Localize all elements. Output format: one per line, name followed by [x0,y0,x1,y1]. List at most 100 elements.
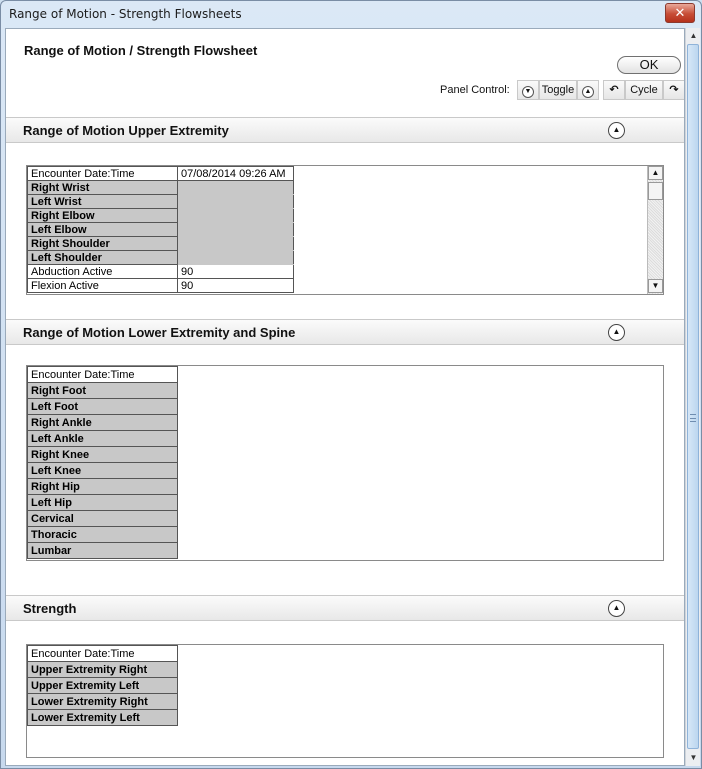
row-label[interactable]: Right Hip [27,478,178,495]
scroll-up-arrow-icon[interactable]: ▲ [686,28,701,43]
section-header-upper-extremity: Range of Motion Upper Extremity ▲ [6,117,684,143]
upper-extremity-grid: Encounter Date:Time 07/08/2014 09:26 AM … [26,165,664,295]
chevron-up-icon: ▲ [582,86,594,98]
page-title: Range of Motion / Strength Flowsheet [24,43,258,58]
table-row: Encounter Date:Time 07/08/2014 09:26 AM [27,166,294,181]
table-row: Flexion Active 90 [27,278,294,293]
table-row: Left Foot [27,398,178,415]
close-button[interactable]: ✕ [665,3,695,23]
table-row: Lower Extremity Left [27,709,178,726]
cell-value[interactable]: 07/08/2014 09:26 AM [177,166,294,181]
section-title: Strength [23,601,77,616]
collapse-section-button[interactable]: ▲ [608,600,625,617]
table-row: Right Hip [27,478,178,495]
row-label[interactable]: Cervical [27,510,178,527]
row-label[interactable]: Left Elbow [27,222,178,237]
table-row: Thoracic [27,526,178,543]
table-row: Lumbar [27,542,178,559]
table-row: Cervical [27,510,178,527]
table-row: Left Shoulder [27,250,294,265]
collapse-section-button[interactable]: ▲ [608,122,625,139]
table-row: Right Elbow [27,208,294,223]
cell-value[interactable] [177,222,294,237]
row-label[interactable]: Right Wrist [27,180,178,195]
scrollbar-grip-icon [690,414,696,422]
table-row: Right Wrist [27,180,294,195]
scrollbar-thumb[interactable] [687,44,699,749]
table-row: Right Ankle [27,414,178,431]
row-label: Encounter Date:Time [27,645,178,662]
main-scrollbar[interactable]: ▲ ▼ [685,28,700,766]
lower-extremity-grid: Encounter Date:Time Right Foot Left Foot… [26,365,664,561]
window-title: Range of Motion - Strength Flowsheets [9,7,242,21]
table-row: Right Knee [27,446,178,463]
row-label: Encounter Date:Time [27,366,178,383]
row-label[interactable]: Lumbar [27,542,178,559]
section-header-lower-extremity: Range of Motion Lower Extremity and Spin… [6,319,684,345]
row-label: Encounter Date:Time [27,166,178,181]
table-row: Right Shoulder [27,236,294,251]
table-row: Lower Extremity Right [27,693,178,710]
upper-grid-scrollbar[interactable]: ▲ ▼ [647,166,663,294]
section-title: Range of Motion Upper Extremity [23,123,229,138]
lower-extremity-table: Encounter Date:Time Right Foot Left Foot… [27,366,178,559]
collapse-all-button[interactable]: ▲ [577,80,599,100]
collapse-section-button[interactable]: ▲ [608,324,625,341]
undo-button[interactable]: ↶ [603,80,625,100]
flowsheet-content: Range of Motion / Strength Flowsheet OK … [5,28,685,766]
scroll-up-arrow-icon[interactable]: ▲ [648,166,663,180]
table-row: Left Ankle [27,430,178,447]
row-label[interactable]: Right Elbow [27,208,178,223]
row-label[interactable]: Left Knee [27,462,178,479]
table-row: Right Foot [27,382,178,399]
row-label[interactable]: Right Knee [27,446,178,463]
chevron-up-icon: ▲ [612,603,621,612]
cycle-button[interactable]: Cycle [625,80,663,100]
scroll-down-arrow-icon[interactable]: ▼ [648,279,663,293]
table-row: Upper Extremity Left [27,677,178,694]
section-title: Range of Motion Lower Extremity and Spin… [23,325,296,340]
redo-arrow-icon: ↷ [669,84,679,96]
row-label[interactable]: Left Ankle [27,430,178,447]
title-bar[interactable]: Range of Motion - Strength Flowsheets ✕ [1,1,701,29]
row-label[interactable]: Upper Extremity Left [27,677,178,694]
row-label[interactable]: Left Foot [27,398,178,415]
row-label[interactable]: Lower Extremity Left [27,709,178,726]
scrollbar-thumb[interactable] [648,182,663,200]
table-row: Upper Extremity Right [27,661,178,678]
row-label[interactable]: Thoracic [27,526,178,543]
row-label[interactable]: Left Shoulder [27,250,178,265]
table-row: Left Knee [27,462,178,479]
cell-value[interactable]: 90 [177,278,294,293]
chevron-up-icon: ▲ [612,125,621,134]
row-label[interactable]: Right Foot [27,382,178,399]
strength-grid: Encounter Date:Time Upper Extremity Righ… [26,644,664,758]
redo-button[interactable]: ↷ [663,80,684,100]
strength-table: Encounter Date:Time Upper Extremity Righ… [27,645,178,726]
table-row: Left Hip [27,494,178,511]
row-label: Abduction Active [27,264,178,279]
ok-button[interactable]: OK [617,56,681,74]
row-label[interactable]: Left Hip [27,494,178,511]
table-row: Left Elbow [27,222,294,237]
scroll-down-arrow-icon[interactable]: ▼ [686,750,701,765]
panel-control-label: Panel Control: [440,84,510,96]
table-row: Encounter Date:Time [27,645,178,662]
toggle-button[interactable]: Toggle [539,80,577,100]
undo-arrow-icon: ↶ [609,84,619,96]
expand-all-button[interactable]: ▼ [517,80,539,100]
cell-value[interactable]: 90 [177,264,294,279]
cell-value[interactable] [177,250,294,265]
row-label[interactable]: Upper Extremity Right [27,661,178,678]
row-label[interactable]: Lower Extremity Right [27,693,178,710]
chevron-down-icon: ▼ [522,86,534,98]
cell-value[interactable] [177,180,294,195]
row-label[interactable]: Right Ankle [27,414,178,431]
row-label[interactable]: Left Wrist [27,194,178,209]
cell-value[interactable] [177,208,294,223]
cell-value[interactable] [177,194,294,209]
chevron-up-icon: ▲ [612,327,621,336]
row-label: Flexion Active [27,278,178,293]
row-label[interactable]: Right Shoulder [27,236,178,251]
cell-value[interactable] [177,236,294,251]
